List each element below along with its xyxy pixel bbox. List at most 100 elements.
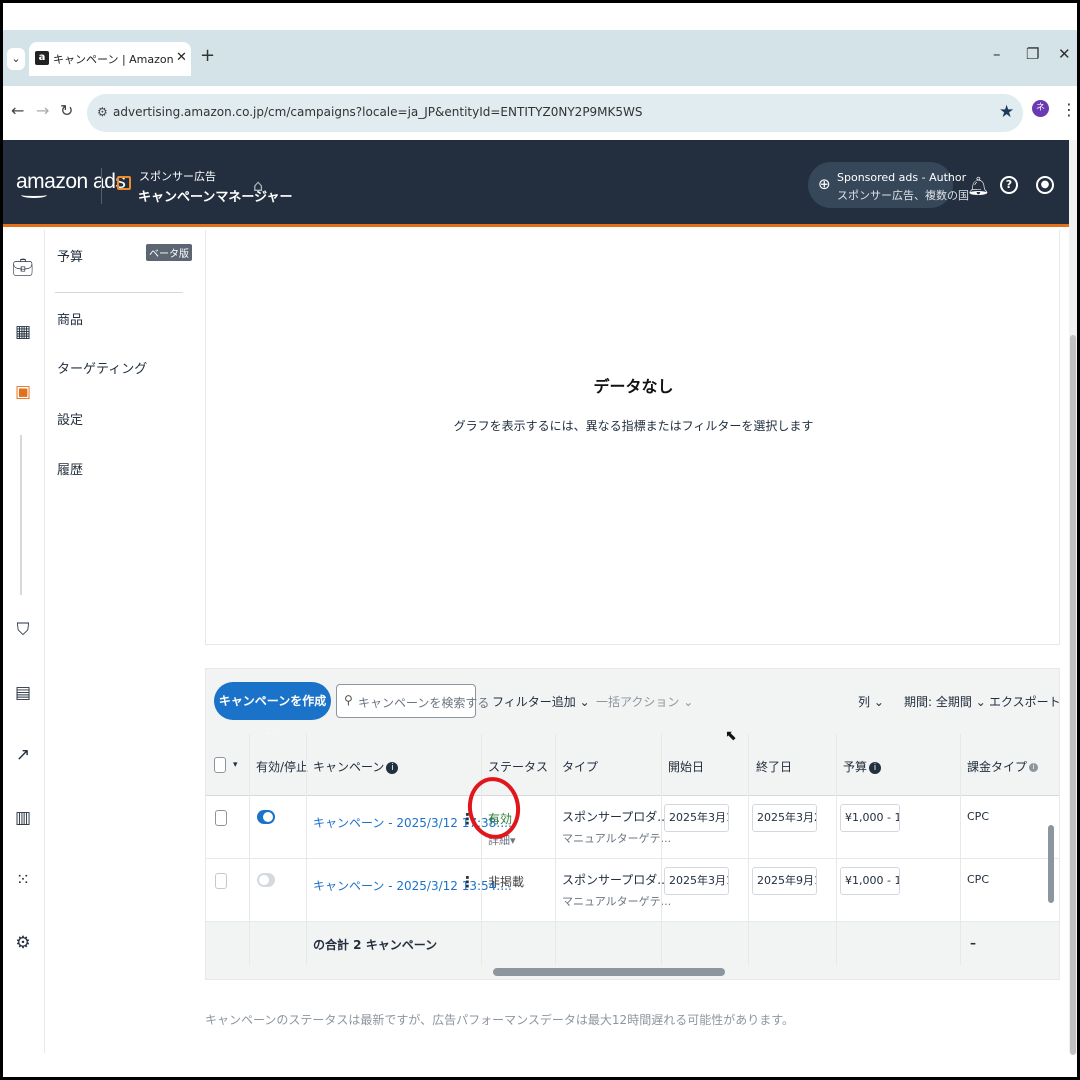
columns-label: 列 — [858, 695, 871, 709]
column-divider — [249, 734, 250, 965]
end-date-field[interactable]: 2025年3月2... — [752, 804, 817, 832]
new-tab-icon[interactable]: + — [200, 45, 215, 66]
toggle-knob — [263, 812, 273, 822]
campaign-search-input[interactable]: ⚲ キャンペーンを検索する — [336, 684, 489, 718]
col-header-status[interactable]: ステータス — [488, 758, 548, 775]
globe-icon: ⊕ — [818, 175, 831, 193]
scroll-thumb[interactable] — [493, 968, 725, 976]
table-header-row: ▾ 有効/停止 キャンペーン i ステータス タイプ 開始日 終了日 予算 i 課金… — [206, 734, 1059, 796]
toggle-knob — [259, 875, 269, 885]
reload-icon[interactable]: ↻ — [60, 101, 73, 120]
bulk-actions-dropdown[interactable]: 一括アクション ⌄ — [596, 693, 693, 710]
bar-chart-icon[interactable]: ▥ — [12, 808, 34, 828]
row-checkbox[interactable] — [215, 810, 227, 826]
page-scroll-thumb[interactable] — [1070, 335, 1076, 1055]
export-button[interactable]: エクスポート — [989, 693, 1061, 710]
briefcase-icon[interactable]: 💼︎ — [12, 258, 34, 278]
select-all-checkbox[interactable] — [214, 757, 226, 773]
columns-dropdown[interactable]: 列 ⌄ — [858, 693, 884, 710]
menu-item-budget[interactable]: 予算 — [57, 246, 83, 265]
apps-grid-icon[interactable]: ⁙ — [12, 870, 34, 890]
budget-field[interactable]: ¥1,000 - 1日 — [840, 804, 900, 832]
menu-item-settings[interactable]: 設定 — [57, 409, 83, 428]
row-checkbox[interactable] — [215, 873, 227, 889]
header-section-title: キャンペーンマネージャー — [138, 190, 293, 205]
amazon-favicon-icon: a — [35, 51, 49, 65]
info-icon[interactable]: i — [1029, 763, 1039, 772]
column-divider — [960, 734, 961, 965]
table-row: キャンペーン - 2025/3/12 13:54:... ⋮ 非掲載 スポンサー… — [206, 859, 1059, 922]
campaign-toggle-off[interactable] — [257, 873, 275, 887]
account-name: Sponsored ads - Author — [837, 171, 967, 184]
bookmark-star-icon[interactable]: ★ — [999, 102, 1014, 122]
forward-icon[interactable]: → — [36, 101, 49, 120]
dashboard-grid-icon[interactable]: ▦ — [12, 322, 34, 342]
info-icon[interactable]: i — [869, 761, 882, 774]
notifications-bell-icon[interactable]: 🔔︎ — [967, 176, 990, 197]
budget-field[interactable]: ¥1,000 - 1日 — [840, 867, 900, 895]
shield-icon[interactable]: ⛉ — [12, 620, 34, 640]
select-menu-caret-icon[interactable]: ▾ — [233, 760, 238, 770]
tab-search-chevron-icon[interactable]: ⌄ — [7, 48, 25, 70]
chevron-down-icon: ⌄ — [975, 695, 986, 709]
window-close-icon[interactable]: ✕ — [1058, 45, 1071, 63]
data-delay-footnote: キャンペーンのステータスは最新ですが、広告パフォーマンスデータは最大12時間遅れ… — [205, 1013, 794, 1027]
end-date-field[interactable]: 2025年9月1... — [752, 867, 817, 895]
info-icon[interactable]: i — [386, 761, 399, 774]
add-filter-dropdown[interactable]: フィルター追加 ⌄ — [492, 693, 590, 710]
restore-icon[interactable]: ❐ — [1026, 45, 1039, 63]
screenshot-frame: ⌄ a キャンペーン | Amazon Advertising ✕ + – ❐ … — [3, 3, 1077, 1077]
minimize-icon[interactable]: – — [993, 45, 1001, 63]
col-header-type[interactable]: タイプ — [562, 758, 598, 775]
home-icon[interactable]: ⌂ — [253, 176, 263, 195]
menu-divider — [55, 292, 183, 293]
billing-type: CPC — [967, 873, 989, 886]
tab-close-icon[interactable]: ✕ — [176, 50, 187, 65]
amazon-ads-logo[interactable]: amazon ads — [16, 170, 126, 194]
account-switcher[interactable]: ⊕ Sponsored ads - Author スポンサー広告、複数の国 — [808, 162, 969, 208]
back-icon[interactable]: ← — [11, 101, 24, 120]
menu-item-targeting[interactable]: ターゲティング — [57, 358, 147, 377]
col-header-billing-type[interactable]: 課金タイプ i — [967, 758, 1039, 775]
menu-item-products[interactable]: 商品 — [57, 309, 83, 328]
col-header-enabled[interactable]: 有効/停止 — [256, 758, 308, 775]
user-account-icon[interactable]: ● — [1036, 176, 1054, 194]
col-header-start-date[interactable]: 開始日 — [668, 758, 704, 775]
row-kebab-menu-icon[interactable]: ⋮ — [460, 873, 475, 891]
address-bar[interactable]: ⚙ advertising.amazon.co.jp/cm/campaigns?… — [87, 94, 1023, 132]
performance-chart-panel: データなし グラフを表示するには、異なる指標またはフィルターを選択します — [205, 230, 1060, 645]
targeting-type: マニュアルターゲテ... — [562, 895, 672, 908]
menu-item-history[interactable]: 履歴 — [57, 459, 83, 478]
site-settings-icon[interactable]: ⚙ — [97, 105, 108, 119]
profile-avatar[interactable]: ネ — [1032, 100, 1049, 117]
header-section-sub: スポンサー広告 — [139, 170, 216, 183]
help-icon[interactable]: ? — [1000, 176, 1018, 194]
col-header-budget[interactable]: 予算 i — [843, 758, 882, 775]
col-header-end-date[interactable]: 終了日 — [756, 758, 792, 775]
media-library-icon[interactable]: ▤ — [12, 683, 34, 703]
browser-menu-icon[interactable]: ⋮ — [1061, 100, 1077, 119]
table-horizontal-scrollbar[interactable] — [206, 965, 1059, 979]
date-range-dropdown[interactable]: 期間: 全期間 ⌄ — [904, 693, 986, 710]
table-vertical-scrollbar[interactable] — [1044, 797, 1058, 965]
rail-divider — [20, 435, 22, 595]
create-campaign-button[interactable]: キャンペーンを作成する — [214, 682, 331, 746]
trend-arrow-icon[interactable]: ↗ — [12, 745, 34, 765]
campaign-toggle-on[interactable] — [257, 810, 275, 824]
scroll-thumb[interactable] — [1048, 825, 1054, 903]
table-row: キャンペーン - 2025/3/12 17:38:... ⋮ 有効 詳細▾ スポ… — [206, 796, 1059, 859]
column-divider — [836, 734, 837, 965]
url-text[interactable]: advertising.amazon.co.jp/cm/campaigns?lo… — [113, 105, 643, 119]
total-campaigns-label: の合計 2 キャンペーン — [313, 938, 438, 952]
start-date-field[interactable]: 2025年3月1... — [664, 867, 729, 895]
campaign-manager-nav-icon[interactable]: ▣ — [12, 382, 34, 402]
account-marketplaces: スポンサー広告、複数の国 — [837, 189, 969, 202]
page-scrollbar[interactable] — [1069, 140, 1077, 1055]
browser-tab[interactable]: a キャンペーン | Amazon Advertising ✕ — [29, 42, 191, 76]
beta-badge: ベータ版 — [146, 244, 192, 261]
col-header-campaign-label: キャンペーン — [313, 760, 385, 774]
settings-gear-icon[interactable]: ⚙ — [12, 933, 34, 953]
start-date-field[interactable]: 2025年3月1... — [664, 804, 729, 832]
col-header-campaign[interactable]: キャンペーン i — [313, 758, 399, 775]
chevron-down-icon: ⌄ — [683, 695, 694, 709]
